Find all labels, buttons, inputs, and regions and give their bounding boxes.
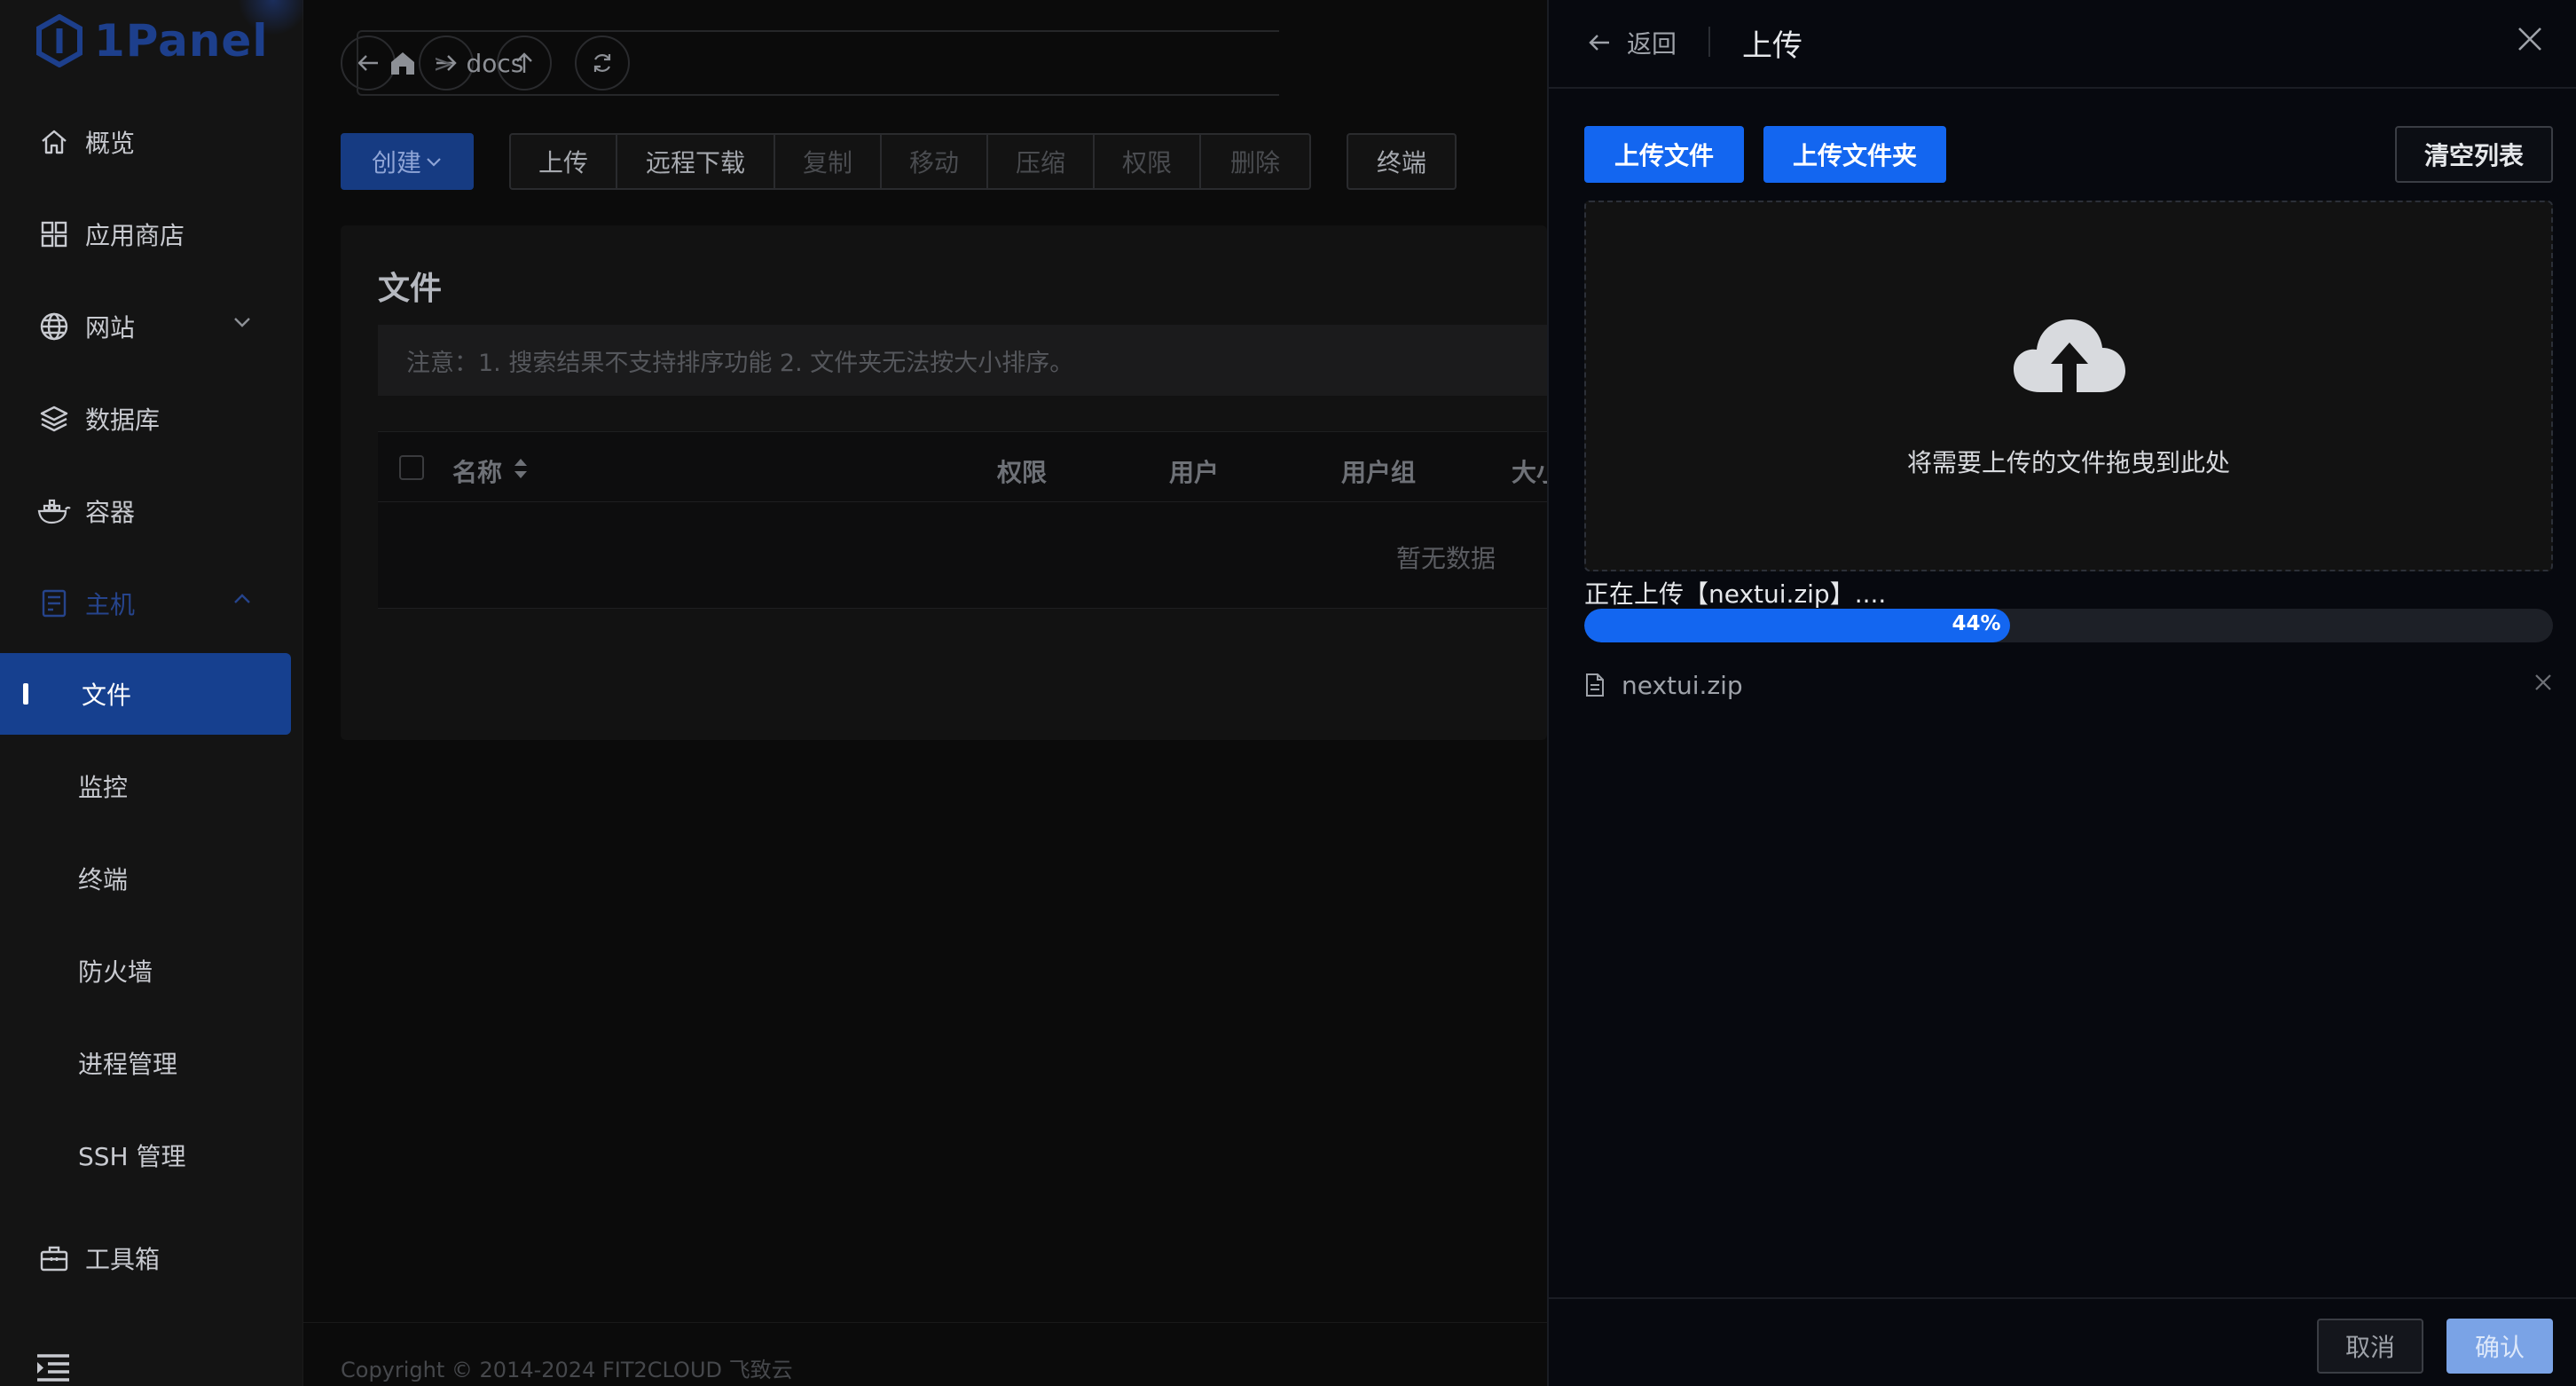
globe-icon	[37, 310, 71, 343]
sidebar-item-database[interactable]: 数据库	[0, 378, 303, 460]
sidebar-item-app-store[interactable]: 应用商店	[0, 193, 303, 275]
dropzone-hint: 将需要上传的文件拖曳到此处	[1906, 448, 2230, 477]
breadcrumb-current[interactable]: docs	[466, 49, 523, 78]
path-breadcrumb[interactable]: > docs	[357, 30, 1279, 96]
sidebar-item-website[interactable]: 网站	[0, 286, 303, 367]
sidebar-item-firewall[interactable]: 防火墙	[0, 930, 291, 1012]
column-size: 大小	[1512, 458, 1547, 487]
sidebar-item-label: 工具箱	[85, 1245, 161, 1274]
sidebar-item-ssh[interactable]: SSH 管理	[0, 1114, 291, 1196]
logo-text: 1Panel	[94, 15, 269, 67]
sidebar-item-label: 文件	[82, 681, 132, 710]
sidebar-item-label: 进程管理	[78, 1050, 178, 1079]
logo[interactable]: 1Panel	[35, 12, 268, 69]
column-user: 用户	[1169, 458, 1220, 487]
cloud-upload-icon	[2014, 319, 2125, 392]
drawer-header: 返回 上传	[1549, 0, 2576, 89]
remote-download-button[interactable]: 远程下载	[616, 133, 775, 190]
remove-file-icon[interactable]	[2533, 673, 2553, 692]
document-icon	[1586, 673, 1604, 697]
drawer-back-button[interactable]: 返回	[1588, 25, 1677, 60]
sidebar: 1Panel 概览 应用商店 网站 数据库 容器 主机 文件 监控 终端 防火墙…	[0, 0, 309, 1386]
sidebar-item-label: SSH 管理	[78, 1142, 186, 1171]
upload-progress-fill	[1584, 609, 2011, 642]
sidebar-item-label: 监控	[78, 773, 129, 802]
sidebar-item-label: 数据库	[85, 406, 161, 435]
sidebar-item-label: 防火墙	[78, 957, 153, 987]
sidebar-item-container[interactable]: 容器	[0, 470, 303, 552]
home-icon[interactable]	[389, 50, 417, 76]
notice-banner: 注意：1. 搜索结果不支持排序功能 2. 文件夹无法按大小排序。	[378, 325, 1547, 396]
upload-dropzone[interactable]: 将需要上传的文件拖曳到此处	[1584, 201, 2553, 571]
grid-icon	[37, 217, 71, 251]
upload-progress-percent: 44%	[1952, 612, 2001, 635]
sidebar-item-label: 应用商店	[85, 221, 185, 250]
sidebar-item-terminal[interactable]: 终端	[0, 838, 291, 919]
upload-file-button[interactable]: 上传文件	[1584, 126, 1744, 183]
chevron-down-icon	[427, 158, 441, 167]
sidebar-item-monitor[interactable]: 监控	[0, 745, 291, 827]
upload-status-text: 正在上传【nextui.zip】....	[1584, 579, 1887, 609]
permission-button[interactable]: 权限	[1093, 133, 1201, 190]
upload-folder-button[interactable]: 上传文件夹	[1763, 126, 1946, 183]
layers-icon	[37, 402, 71, 436]
create-button[interactable]: 创建	[341, 133, 474, 190]
app-root: 1Panel 概览 应用商店 网站 数据库 容器 主机 文件 监控 终端 防火墙…	[0, 0, 2576, 1386]
home-icon	[37, 125, 71, 159]
upload-file-name: nextui.zip	[1622, 670, 1743, 700]
chevron-down-icon	[234, 318, 250, 327]
upload-file-item: nextui.zip	[1584, 667, 2553, 703]
sidebar-item-host[interactable]: 主机	[0, 563, 303, 644]
select-all-checkbox[interactable]	[399, 455, 424, 480]
cancel-button[interactable]: 取消	[2317, 1319, 2423, 1374]
back-label: 返回	[1627, 29, 1677, 59]
table-header: 名称 权限 用户 用户组 大小	[378, 431, 1547, 502]
sidebar-item-process[interactable]: 进程管理	[0, 1022, 291, 1104]
sidebar-item-files[interactable]: 文件	[0, 653, 291, 735]
docker-icon	[37, 494, 71, 528]
header-divider	[1708, 27, 1710, 57]
breadcrumb-separator: >	[433, 48, 454, 78]
arrow-left-icon	[1589, 35, 1609, 51]
delete-button[interactable]: 删除	[1199, 133, 1311, 190]
table-body	[378, 502, 1547, 609]
copy-button[interactable]: 复制	[774, 133, 882, 190]
logo-icon	[36, 14, 82, 67]
sort-icon[interactable]	[513, 457, 529, 480]
sidebar-item-label: 网站	[85, 313, 136, 343]
create-button-label: 创建	[371, 148, 421, 177]
close-icon[interactable]	[2516, 25, 2544, 53]
drawer-footer-divider	[1549, 1297, 2576, 1299]
chevron-up-icon	[234, 594, 250, 603]
column-name[interactable]: 名称	[452, 453, 502, 489]
server-icon	[37, 587, 71, 620]
toolbox-icon	[37, 1241, 71, 1275]
confirm-button[interactable]: 确认	[2446, 1319, 2553, 1374]
collapse-menu-icon[interactable]	[35, 1352, 71, 1382]
page-title: 文件	[378, 271, 443, 307]
copyright-text: Copyright © 2014-2024 FIT2CLOUD 飞致云	[341, 1358, 793, 1382]
sidebar-item-toolbox[interactable]: 工具箱	[0, 1217, 303, 1299]
sidebar-item-label: 主机	[85, 590, 136, 619]
clear-list-button[interactable]: 清空列表	[2395, 126, 2553, 183]
drawer-title: 上传	[1742, 28, 1802, 64]
compress-button[interactable]: 压缩	[986, 133, 1095, 190]
sidebar-item-label: 终端	[78, 865, 129, 894]
sidebar-item-overview[interactable]: 概览	[0, 101, 303, 183]
terminal-button[interactable]: 终端	[1347, 133, 1457, 190]
upload-progress-bar: 44%	[1584, 609, 2553, 642]
column-permission: 权限	[997, 458, 1048, 487]
footer-divider	[303, 1322, 1547, 1323]
sidebar-item-label: 容器	[85, 498, 136, 527]
empty-state-text: 暂无数据	[1396, 544, 1496, 573]
active-indicator	[23, 683, 28, 705]
upload-button[interactable]: 上传	[509, 133, 617, 190]
column-group: 用户组	[1341, 458, 1417, 487]
sidebar-item-label: 概览	[85, 129, 136, 158]
move-button[interactable]: 移动	[880, 133, 988, 190]
